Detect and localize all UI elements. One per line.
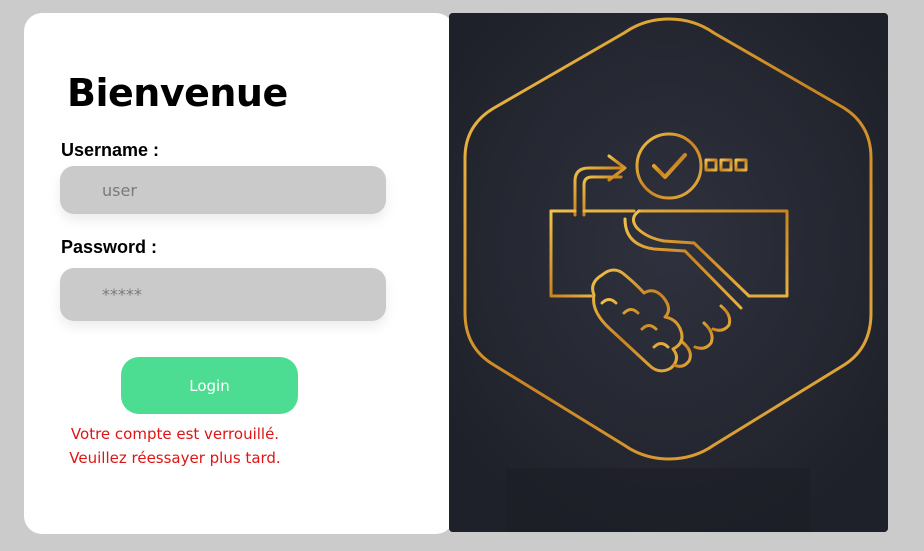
page-title: Bienvenue — [67, 71, 288, 115]
password-label: Password : — [61, 237, 158, 257]
password-input[interactable] — [60, 268, 386, 321]
username-input[interactable] — [60, 166, 386, 214]
error-message-line1: Votre compte est verrouillé. — [70, 425, 280, 443]
login-card: Bienvenue Username : Password : Login Vo… — [24, 13, 454, 534]
username-label: Username : — [61, 140, 160, 160]
illustration-panel — [449, 13, 888, 532]
handshake-check-icon — [449, 13, 888, 532]
error-message-line2: Veuillez réessayer plus tard. — [69, 449, 281, 467]
login-button[interactable]: Login — [121, 357, 298, 414]
